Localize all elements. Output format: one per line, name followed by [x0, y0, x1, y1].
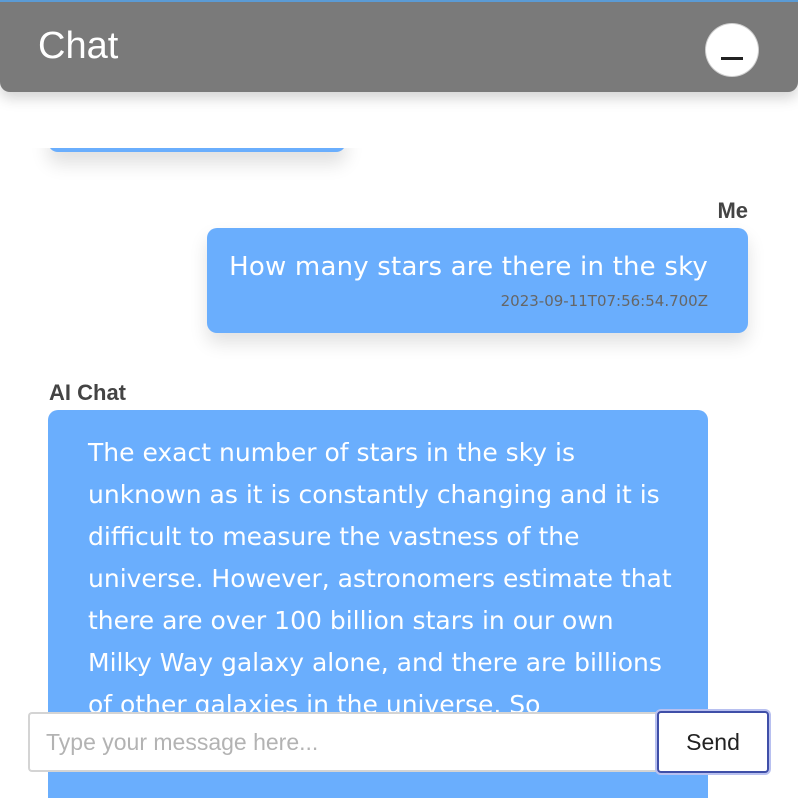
scroll-clip	[0, 92, 798, 148]
message-timestamp: 2023-09-11T07:56:54.700Z	[500, 292, 708, 310]
sender-label-me: Me	[717, 198, 748, 223]
sender-label-ai: AI Chat	[49, 380, 126, 405]
minimize-button[interactable]	[706, 24, 758, 76]
chat-window: Chat Me How many stars are there in the …	[0, 0, 798, 798]
message-text: The exact number of stars in the sky is …	[88, 438, 672, 719]
message-list[interactable]: Me How many stars are there in the sky 2…	[0, 92, 798, 798]
minimize-icon	[721, 57, 743, 60]
send-button[interactable]: Send	[657, 711, 769, 773]
message-bubble-user: How many stars are there in the sky 2023…	[207, 228, 748, 333]
composer-bar: Send	[0, 704, 798, 798]
chat-header: Chat	[0, 0, 798, 92]
message-text: How many stars are there in the sky	[229, 252, 708, 282]
message-input[interactable]	[28, 712, 658, 772]
chat-title: Chat	[38, 25, 119, 67]
